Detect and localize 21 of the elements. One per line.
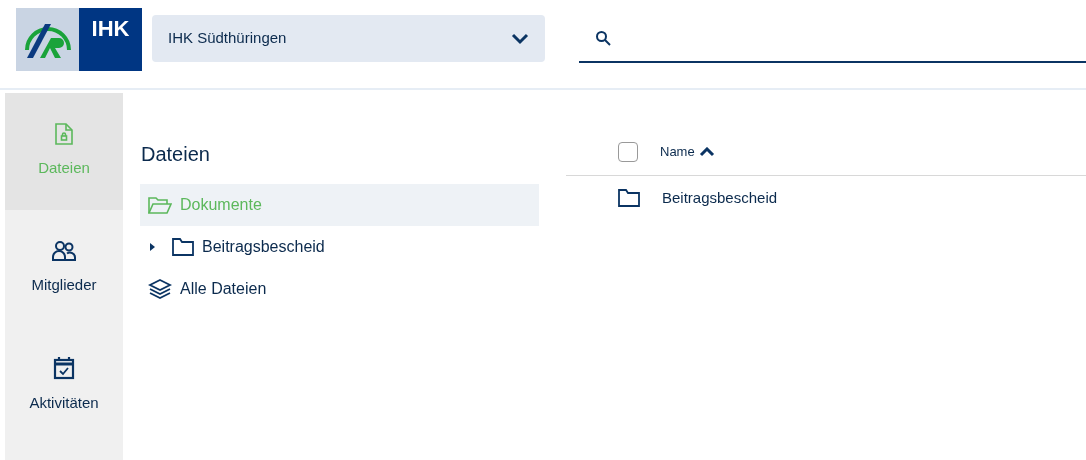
folder-icon (148, 196, 172, 214)
sidebar-item[interactable]: Aktivitäten (5, 327, 123, 444)
select-all-checkbox[interactable] (618, 142, 638, 162)
users-icon (51, 240, 77, 263)
chevron-down-icon (511, 32, 529, 45)
sort-icon (698, 147, 715, 157)
table-cell-text: Beitragsbescheid (662, 187, 778, 208)
expand-caret-icon (148, 243, 156, 251)
organization-dropdown[interactable]: IHK Südthüringen (152, 15, 545, 62)
layers-icon (148, 278, 172, 300)
calendar-check-icon (53, 356, 75, 381)
folder-icon (172, 238, 194, 256)
sidebar-item[interactable]: Mitglieder (5, 210, 123, 327)
folder-icon (618, 189, 640, 207)
tree-item[interactable]: Beitragsbescheid (140, 226, 539, 268)
file-lock-icon (54, 123, 74, 146)
logo-text: IHK (91, 15, 130, 43)
tree-item[interactable]: Alle Dateien (140, 268, 539, 310)
column-header[interactable]: Name (660, 142, 715, 162)
search-icon (595, 30, 611, 46)
panel-title: Dateien (141, 142, 211, 167)
